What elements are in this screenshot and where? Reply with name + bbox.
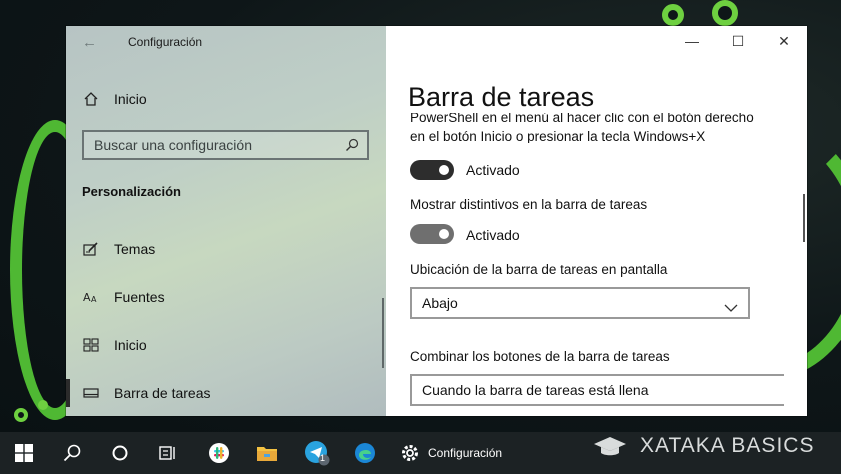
back-arrow-icon[interactable]: ← [82,34,97,51]
maximize-button[interactable]: ☐ [715,26,761,56]
description-line: PowerShell en el menú al hacer clic con … [410,113,754,125]
start-button[interactable] [6,432,42,474]
settings-content: — ☐ ✕ Barra de tareas PowerShell en el m… [386,26,807,416]
location-label: Ubicación de la barra de tareas en panta… [410,262,668,277]
settings-sidebar: ← Configuración Inicio Buscar una config… [66,26,386,416]
sidebar-item-inicio[interactable]: Inicio [82,335,147,355]
brand-text: XATAKA BASICS [640,434,815,457]
dropdown-value: Abajo [422,295,458,311]
brand-watermark: XATAKA BASICS [592,432,814,460]
sidebar-item-label: Inicio [114,337,147,353]
sidebar-home[interactable]: Inicio [82,89,147,109]
sidebar-item-label: Fuentes [114,289,165,305]
dropdown-value: Cuando la barra de tareas está llena [422,382,649,398]
powershell-description: PowerShell en el menú al hacer clic con … [410,113,790,143]
combine-buttons-dropdown[interactable]: Cuando la barra de tareas está llena [410,374,784,406]
themes-icon [82,241,100,257]
wallpaper-decoration [14,408,28,422]
slack-app-button[interactable] [200,432,238,474]
edge-icon [355,443,375,463]
toggle-knob [439,165,449,175]
close-button[interactable]: ✕ [761,26,807,56]
settings-app-button[interactable]: Configuración [400,432,510,474]
chevron-down-icon [724,299,738,312]
description-line: en el botón Inicio o presionar la tecla … [410,129,706,143]
graduation-cap-icon [594,437,626,456]
toggle-state-label: Activado [466,227,520,243]
telegram-app-button[interactable]: 1 [298,432,336,474]
task-view-button[interactable] [150,432,186,474]
page-title: Barra de tareas [408,82,595,112]
sidebar-item-temas[interactable]: Temas [82,239,155,259]
wallpaper-decoration [662,4,684,26]
taskbar-app-label: Configuración [428,446,503,460]
file-explorer-button[interactable] [248,432,286,474]
settings-search-input[interactable]: Buscar una configuración [82,130,369,160]
sidebar-item-label: Barra de tareas [114,385,211,401]
taskbar-location-dropdown[interactable]: Abajo [410,287,750,319]
cortana-icon [112,445,128,461]
sidebar-item-fuentes[interactable]: AA Fuentes [82,287,165,307]
window-controls: — ☐ ✕ [669,26,807,56]
powershell-toggle[interactable] [410,160,454,180]
search-button[interactable] [54,432,90,474]
settings-window: ← Configuración Inicio Buscar una config… [66,26,807,416]
search-icon [63,444,81,462]
folder-icon [257,447,277,461]
toggle-knob [439,229,449,239]
sidebar-item-label: Temas [114,241,156,257]
combine-label: Combinar los botones de la barra de tare… [410,349,670,364]
sidebar-item-barra-de-tareas[interactable]: Barra de tareas [82,383,211,403]
selected-indicator [66,379,70,407]
window-title: Configuración [128,35,203,49]
notification-badge: 1 [320,453,326,463]
taskbar-icon [82,385,100,401]
wallpaper-decoration [712,0,738,26]
task-view-icon [159,446,175,460]
badges-toggle[interactable] [410,224,454,244]
telegram-icon [305,441,330,466]
windows-logo-icon [15,444,33,462]
start-icon [82,337,100,353]
edge-browser-button[interactable] [346,432,384,474]
search-placeholder: Buscar una configuración [94,137,252,153]
slack-icon [209,443,229,463]
content-scrollbar[interactable] [803,194,805,242]
gear-icon [402,445,418,461]
badges-label: Mostrar distintivos en la barra de tarea… [410,197,648,212]
svg-text:A: A [83,291,91,304]
toggle-state-label: Activado [466,162,520,178]
minimize-button[interactable]: — [669,26,715,56]
home-icon [82,90,100,108]
sidebar-scrollbar[interactable] [382,298,384,368]
fonts-icon: AA [82,289,100,305]
search-icon[interactable] [345,138,359,152]
wallpaper-decoration [38,400,48,410]
svg-text:A: A [91,295,97,304]
section-title: Personalización [82,184,181,199]
cortana-button[interactable] [102,432,138,474]
sidebar-home-label: Inicio [114,91,147,107]
